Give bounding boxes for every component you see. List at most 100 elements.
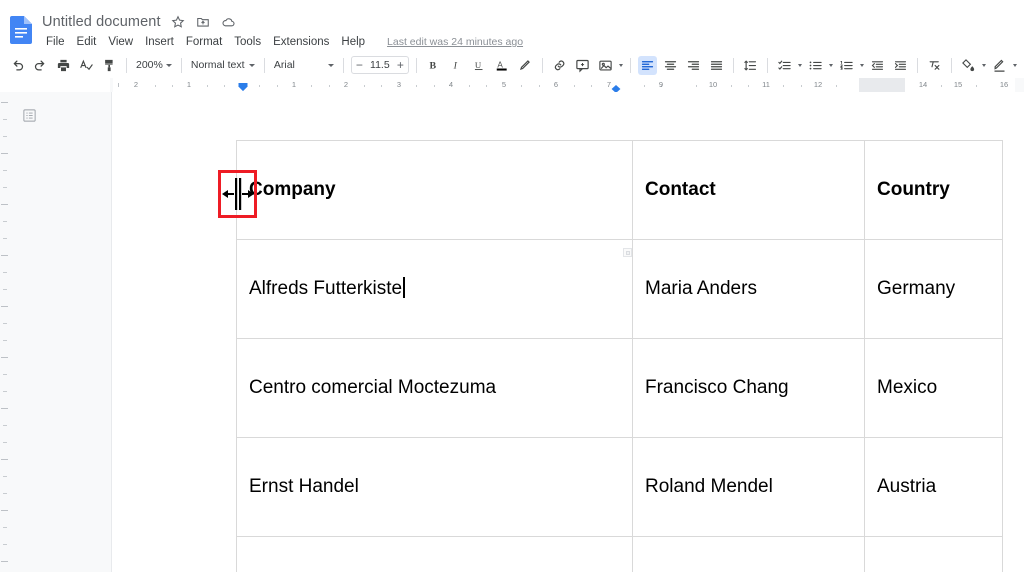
table-row[interactable]: Centro comercial Moctezuma Francisco Cha… xyxy=(236,338,1003,438)
bulleted-list-icon[interactable] xyxy=(806,56,825,75)
left-sidebar xyxy=(10,92,112,572)
align-justify-icon[interactable] xyxy=(707,56,726,75)
numbered-list-icon[interactable] xyxy=(837,56,856,75)
menu-edit[interactable]: Edit xyxy=(71,35,103,49)
ruler-number: 16 xyxy=(999,80,1009,89)
menu-help[interactable]: Help xyxy=(335,35,371,49)
underline-button[interactable]: U xyxy=(470,56,489,75)
align-center-icon[interactable] xyxy=(661,56,680,75)
last-edit-link[interactable]: Last edit was 24 minutes ago xyxy=(387,36,523,48)
increase-indent-icon[interactable] xyxy=(891,56,910,75)
table-cell-country[interactable]: Mexico xyxy=(864,338,1003,438)
toolbar-divider xyxy=(180,57,182,73)
menu-insert[interactable]: Insert xyxy=(139,35,180,49)
google-docs-window: Untitled document File Edit View Insert … xyxy=(0,0,1024,572)
decrease-indent-icon[interactable] xyxy=(868,56,887,75)
docs-file-icon[interactable] xyxy=(10,16,32,44)
align-right-icon[interactable] xyxy=(684,56,703,75)
document-outline-icon[interactable] xyxy=(18,104,40,126)
table-cell-company[interactable]: Centro comercial Moctezuma xyxy=(236,338,633,438)
menu-view[interactable]: View xyxy=(102,35,139,49)
table-header-company[interactable]: Company xyxy=(236,140,633,240)
right-indent-marker[interactable] xyxy=(611,80,621,92)
font-family-dropdown[interactable]: Arial xyxy=(270,56,338,75)
print-icon[interactable] xyxy=(54,56,73,75)
font-size-increase-button[interactable]: + xyxy=(393,57,408,73)
cell-background-dropdown[interactable] xyxy=(957,56,988,75)
document-table[interactable]: Company Contact Country Alfreds Futterki… xyxy=(236,140,1003,572)
redo-icon[interactable] xyxy=(31,56,50,75)
table-cell-company[interactable] xyxy=(236,536,633,572)
table-cell-country[interactable] xyxy=(864,536,1003,572)
ruler-number: 5 xyxy=(501,80,507,89)
star-icon[interactable] xyxy=(171,15,186,30)
align-left-icon[interactable] xyxy=(637,55,657,75)
insert-image-dropdown[interactable] xyxy=(594,56,625,75)
document-page[interactable]: Company Contact Country Alfreds Futterki… xyxy=(113,92,1024,572)
chevron-down-icon xyxy=(828,63,833,67)
bulleted-list-dropdown[interactable] xyxy=(804,56,835,75)
table-header-row[interactable]: Company Contact Country xyxy=(236,140,1003,240)
table-row[interactable]: Ernst Handel Roland Mendel Austria xyxy=(236,437,1003,537)
menu-extensions[interactable]: Extensions xyxy=(267,35,335,49)
ruler-number: 3 xyxy=(396,80,402,89)
font-size-decrease-button[interactable]: − xyxy=(352,57,367,73)
checklist-dropdown[interactable] xyxy=(773,56,804,75)
menu-format[interactable]: Format xyxy=(180,35,228,49)
menu-file[interactable]: File xyxy=(40,35,71,49)
table-header-contact[interactable]: Contact xyxy=(632,140,865,240)
paint-format-icon[interactable] xyxy=(100,56,119,75)
menu-tools[interactable]: Tools xyxy=(228,35,267,49)
undo-icon[interactable] xyxy=(8,56,27,75)
paragraph-style-dropdown[interactable]: Normal text xyxy=(187,56,259,75)
table-cell-contact[interactable] xyxy=(632,536,865,572)
border-color-icon[interactable] xyxy=(990,56,1009,75)
document-title[interactable]: Untitled document xyxy=(42,14,161,30)
line-spacing-icon[interactable] xyxy=(741,56,760,75)
first-line-indent-marker[interactable] xyxy=(238,79,248,92)
numbered-list-dropdown[interactable] xyxy=(835,56,866,75)
chevron-down-icon xyxy=(981,63,986,67)
table-cell-company[interactable]: Ernst Handel xyxy=(236,437,633,537)
table-cell-country[interactable]: Austria xyxy=(864,437,1003,537)
clear-formatting-icon[interactable] xyxy=(925,56,944,75)
cell-background-color-icon[interactable] xyxy=(959,56,978,75)
chevron-down-icon xyxy=(1012,63,1017,67)
zoom-value: 200% xyxy=(136,59,163,71)
table-cell-country[interactable]: Germany xyxy=(864,239,1003,339)
insert-image-icon[interactable] xyxy=(596,56,615,75)
insert-link-icon[interactable] xyxy=(550,56,569,75)
horizontal-ruler[interactable]: 2 1 1 2 3 4 5 6 7 9 10 11 12 14 15 16 xyxy=(0,78,1024,92)
svg-text:A: A xyxy=(498,60,504,69)
text-color-button[interactable]: A xyxy=(493,56,512,75)
toolbar-divider xyxy=(263,57,265,73)
document-canvas[interactable]: Company Contact Country Alfreds Futterki… xyxy=(113,92,1024,572)
menu-bar: File Edit View Insert Format Tools Exten… xyxy=(40,35,523,49)
table-row[interactable] xyxy=(236,536,1003,572)
cell-text: Alfreds Futterkiste xyxy=(249,278,403,300)
table-cell-company[interactable]: Alfreds Futterkiste xyxy=(236,239,633,339)
column-resize-handle[interactable] xyxy=(623,248,632,257)
font-size-value[interactable]: 11.5 xyxy=(367,59,393,71)
font-family-value: Arial xyxy=(273,59,295,71)
toolbar-divider xyxy=(342,57,344,73)
ruler-number: 2 xyxy=(343,80,349,89)
border-color-dropdown[interactable] xyxy=(988,56,1019,75)
italic-button[interactable]: I xyxy=(447,56,466,75)
highlight-pen-icon[interactable] xyxy=(516,56,535,75)
toolbar-divider xyxy=(732,57,734,73)
spellcheck-icon[interactable] xyxy=(77,56,96,75)
add-comment-icon[interactable] xyxy=(573,56,592,75)
bold-button[interactable]: B xyxy=(424,56,443,75)
table-cell-contact[interactable]: Francisco Chang xyxy=(632,338,865,438)
cloud-saved-icon[interactable] xyxy=(221,15,236,30)
table-row[interactable]: Alfreds Futterkiste Maria Anders Germany xyxy=(236,239,1003,339)
move-to-folder-icon[interactable] xyxy=(196,15,211,30)
zoom-dropdown[interactable]: 200% xyxy=(132,56,176,75)
table-cell-contact[interactable]: Maria Anders xyxy=(632,239,865,339)
ruler-number: 2 xyxy=(133,80,139,89)
vertical-ruler[interactable] xyxy=(0,92,10,572)
table-header-country[interactable]: Country xyxy=(864,140,1003,240)
table-cell-contact[interactable]: Roland Mendel xyxy=(632,437,865,537)
checklist-icon[interactable] xyxy=(775,56,794,75)
